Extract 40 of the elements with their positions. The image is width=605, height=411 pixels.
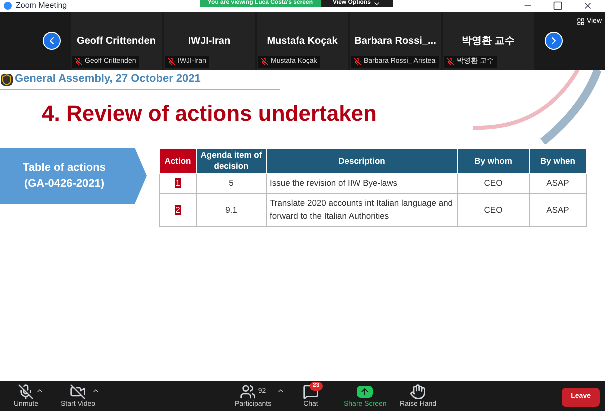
previous-page-button[interactable] xyxy=(43,32,61,50)
participant-name: Geoff Crittenden xyxy=(76,35,157,49)
table-cell: 1 xyxy=(160,174,196,194)
column-header: Action xyxy=(160,148,196,174)
table-cell: 5 xyxy=(196,174,266,194)
table-cell: CEO xyxy=(458,194,530,226)
table-cell: ASAP xyxy=(530,194,586,226)
maximize-icon[interactable] xyxy=(553,1,563,11)
shield-icon xyxy=(1,74,13,86)
side-label-line: Table of actions xyxy=(23,160,106,176)
table-cell: ASAP xyxy=(530,174,586,194)
table-cell: CEO xyxy=(458,174,530,194)
column-header: Description xyxy=(266,148,458,174)
caret-icon xyxy=(372,0,381,8)
table-cell: Translate 2020 accounts int Italian language and forward to the Italian Authorities xyxy=(266,194,458,226)
share-screen-icon xyxy=(357,386,374,398)
participant-name: Barbara Rossi_... xyxy=(354,35,438,49)
close-icon[interactable] xyxy=(583,1,593,11)
participant-name: IWJI-Iran xyxy=(187,35,232,49)
column-header: Agenda item of decision xyxy=(196,148,266,174)
table-cell: Issue the revision of IIW Bye-laws xyxy=(266,174,458,194)
caret-icon[interactable] xyxy=(277,387,285,395)
table-cell: 9.1 xyxy=(196,194,266,226)
hand-icon xyxy=(410,384,426,400)
muted-mic-icon xyxy=(18,384,34,400)
column-header: By when xyxy=(530,148,586,174)
caret-icon[interactable] xyxy=(92,387,100,395)
side-label-line: (GA-0426-2021) xyxy=(24,177,105,192)
table-cell: 2 xyxy=(160,194,196,226)
column-header: By whom xyxy=(458,148,530,174)
video-off-icon xyxy=(70,384,86,400)
participant-name: Mustafa Koçak xyxy=(266,35,339,49)
people-icon xyxy=(240,384,256,400)
grid-icon xyxy=(576,18,585,26)
next-page-button[interactable] xyxy=(545,32,563,50)
slide-title: 4. Review of actions undertaken xyxy=(42,103,378,125)
slide-header: General Assembly, 27 October 2021 xyxy=(15,72,201,88)
participant-name: 박영환 교수 xyxy=(461,35,516,49)
caret-icon[interactable] xyxy=(36,387,44,395)
window-title: Zoom Meeting xyxy=(0,0,68,12)
